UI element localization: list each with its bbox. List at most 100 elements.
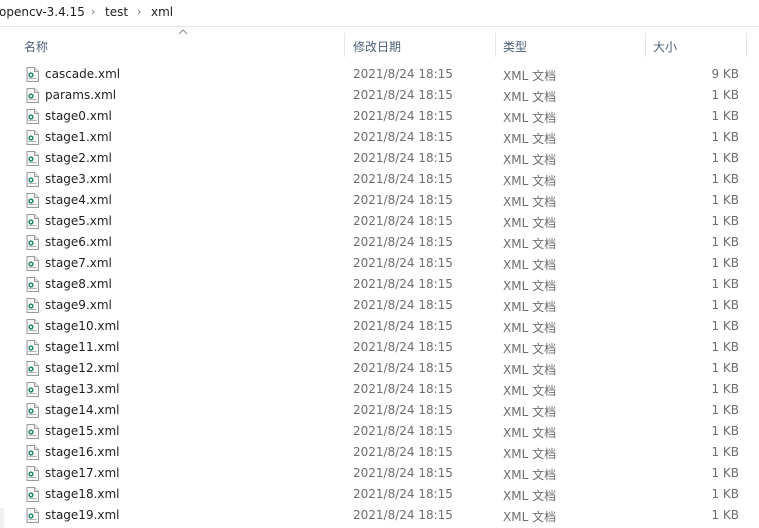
column-divider[interactable] <box>645 33 646 57</box>
xml-document-icon <box>26 172 39 187</box>
file-size: 1 KB <box>711 361 739 375</box>
file-size: 1 KB <box>711 466 739 480</box>
file-row[interactable]: stage18.xml 2021/8/24 18:15 XML 文档 1 KB <box>0 484 759 505</box>
file-row[interactable]: stage10.xml 2021/8/24 18:15 XML 文档 1 KB <box>0 316 759 337</box>
column-divider[interactable] <box>344 33 345 57</box>
file-type: XML 文档 <box>503 342 557 356</box>
file-row[interactable]: stage14.xml 2021/8/24 18:15 XML 文档 1 KB <box>0 400 759 421</box>
file-size: 1 KB <box>711 277 739 291</box>
file-modified-date: 2021/8/24 18:15 <box>353 445 453 459</box>
xml-document-icon <box>26 466 39 481</box>
breadcrumb-separator-icon[interactable]: › <box>137 5 141 18</box>
xml-document-icon <box>26 361 39 376</box>
file-modified-date: 2021/8/24 18:15 <box>353 298 453 312</box>
breadcrumb-item-xml[interactable]: xml <box>151 5 173 19</box>
file-row[interactable]: stage16.xml 2021/8/24 18:15 XML 文档 1 KB <box>0 442 759 463</box>
file-modified-date: 2021/8/24 18:15 <box>353 466 453 480</box>
file-name: stage16.xml <box>45 445 120 459</box>
file-name: stage15.xml <box>45 424 120 438</box>
file-name: stage3.xml <box>45 172 112 186</box>
file-type: XML 文档 <box>503 258 557 272</box>
file-modified-date: 2021/8/24 18:15 <box>353 403 453 417</box>
file-type: XML 文档 <box>503 468 557 482</box>
file-size: 1 KB <box>711 256 739 270</box>
address-bar[interactable]: opencv-3.4.15 › test › xml <box>0 0 759 27</box>
file-row[interactable]: stage4.xml 2021/8/24 18:15 XML 文档 1 KB <box>0 190 759 211</box>
file-size: 1 KB <box>711 130 739 144</box>
file-name: stage12.xml <box>45 361 120 375</box>
column-header-size[interactable]: 大小 <box>653 38 677 55</box>
xml-document-icon <box>26 445 39 460</box>
file-modified-date: 2021/8/24 18:15 <box>353 109 453 123</box>
file-type: XML 文档 <box>503 237 557 251</box>
file-modified-date: 2021/8/24 18:15 <box>353 319 453 333</box>
file-row[interactable]: stage13.xml 2021/8/24 18:15 XML 文档 1 KB <box>0 379 759 400</box>
file-type: XML 文档 <box>503 384 557 398</box>
file-row[interactable]: params.xml 2021/8/24 18:15 XML 文档 1 KB <box>0 85 759 106</box>
file-size: 1 KB <box>711 298 739 312</box>
xml-document-icon <box>26 298 39 313</box>
xml-document-icon <box>26 508 39 523</box>
file-row[interactable]: stage5.xml 2021/8/24 18:15 XML 文档 1 KB <box>0 211 759 232</box>
file-row[interactable]: stage15.xml 2021/8/24 18:15 XML 文档 1 KB <box>0 421 759 442</box>
file-name: stage9.xml <box>45 298 112 312</box>
column-header: 名称 修改日期 类型 大小 <box>0 27 759 63</box>
column-header-type[interactable]: 类型 <box>503 38 527 55</box>
file-size: 1 KB <box>711 214 739 228</box>
column-divider[interactable] <box>495 33 496 57</box>
file-type: XML 文档 <box>503 489 557 503</box>
file-row[interactable]: stage7.xml 2021/8/24 18:15 XML 文档 1 KB <box>0 253 759 274</box>
file-row[interactable]: stage2.xml 2021/8/24 18:15 XML 文档 1 KB <box>0 148 759 169</box>
file-size: 1 KB <box>711 487 739 501</box>
file-row[interactable]: stage9.xml 2021/8/24 18:15 XML 文档 1 KB <box>0 295 759 316</box>
file-row[interactable]: stage1.xml 2021/8/24 18:15 XML 文档 1 KB <box>0 127 759 148</box>
file-modified-date: 2021/8/24 18:15 <box>353 235 453 249</box>
breadcrumb-item-opencv[interactable]: opencv-3.4.15 <box>0 5 85 19</box>
file-row[interactable]: stage6.xml 2021/8/24 18:15 XML 文档 1 KB <box>0 232 759 253</box>
file-row[interactable]: stage0.xml 2021/8/24 18:15 XML 文档 1 KB <box>0 106 759 127</box>
file-name: stage19.xml <box>45 508 120 522</box>
file-type: XML 文档 <box>503 405 557 419</box>
file-name: stage1.xml <box>45 130 112 144</box>
breadcrumb-item-test[interactable]: test <box>105 5 128 19</box>
file-size: 9 KB <box>711 67 739 81</box>
file-row[interactable]: stage17.xml 2021/8/24 18:15 XML 文档 1 KB <box>0 463 759 484</box>
column-divider[interactable] <box>746 33 747 57</box>
file-size: 1 KB <box>711 319 739 333</box>
breadcrumb-separator-icon[interactable]: › <box>91 5 95 18</box>
file-row[interactable]: stage12.xml 2021/8/24 18:15 XML 文档 1 KB <box>0 358 759 379</box>
xml-document-icon <box>26 67 39 82</box>
file-modified-date: 2021/8/24 18:15 <box>353 277 453 291</box>
sort-ascending-icon[interactable] <box>178 28 188 36</box>
file-type: XML 文档 <box>503 69 557 83</box>
file-modified-date: 2021/8/24 18:15 <box>353 88 453 102</box>
file-list: cascade.xml 2021/8/24 18:15 XML 文档 9 KB … <box>0 64 759 526</box>
column-header-name[interactable]: 名称 <box>24 38 48 55</box>
file-size: 1 KB <box>711 109 739 123</box>
xml-document-icon <box>26 130 39 145</box>
file-modified-date: 2021/8/24 18:15 <box>353 382 453 396</box>
file-row[interactable]: stage3.xml 2021/8/24 18:15 XML 文档 1 KB <box>0 169 759 190</box>
file-type: XML 文档 <box>503 300 557 314</box>
file-name: stage7.xml <box>45 256 112 270</box>
file-row[interactable]: stage8.xml 2021/8/24 18:15 XML 文档 1 KB <box>0 274 759 295</box>
file-modified-date: 2021/8/24 18:15 <box>353 340 453 354</box>
file-name: stage8.xml <box>45 277 112 291</box>
file-row[interactable]: stage19.xml 2021/8/24 18:15 XML 文档 1 KB <box>0 505 759 526</box>
file-modified-date: 2021/8/24 18:15 <box>353 256 453 270</box>
file-type: XML 文档 <box>503 174 557 188</box>
file-size: 1 KB <box>711 424 739 438</box>
xml-document-icon <box>26 319 39 334</box>
file-name: cascade.xml <box>45 67 121 81</box>
file-size: 1 KB <box>711 172 739 186</box>
file-name: stage11.xml <box>45 340 120 354</box>
file-type: XML 文档 <box>503 90 557 104</box>
file-row[interactable]: stage11.xml 2021/8/24 18:15 XML 文档 1 KB <box>0 337 759 358</box>
file-type: XML 文档 <box>503 153 557 167</box>
file-row[interactable]: cascade.xml 2021/8/24 18:15 XML 文档 9 KB <box>0 64 759 85</box>
column-header-date[interactable]: 修改日期 <box>353 38 401 55</box>
xml-document-icon <box>26 340 39 355</box>
xml-document-icon <box>26 214 39 229</box>
file-size: 1 KB <box>711 508 739 522</box>
xml-document-icon <box>26 256 39 271</box>
